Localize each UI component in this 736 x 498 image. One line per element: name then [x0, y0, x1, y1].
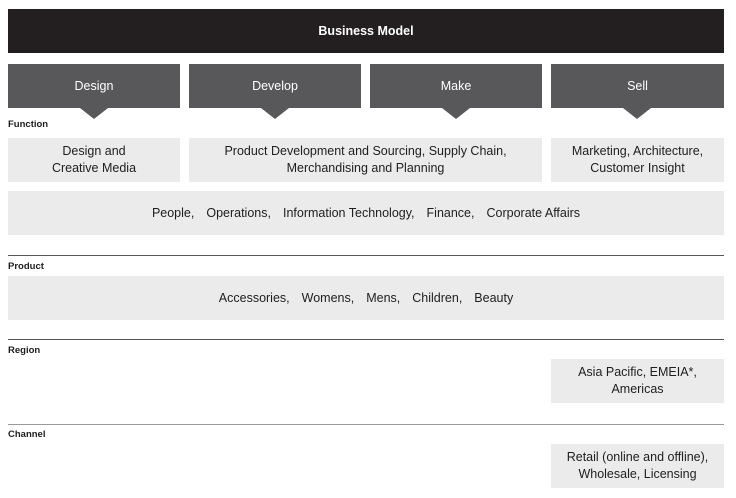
function-cell-develop: Product Development and Sourcing, Supply… [189, 138, 542, 182]
shared-function-item: People, [151, 205, 195, 220]
stage-sell-arrow [623, 108, 651, 119]
stage-sell-label: Sell [627, 79, 648, 93]
shared-function-item: Corporate Affairs [486, 205, 581, 220]
stage-design: Design [8, 64, 180, 108]
shared-functions-row: People, Operations, Information Technolo… [8, 191, 724, 235]
function-cell-sell: Marketing, Architecture, Customer Insigh… [551, 138, 724, 182]
section-divider [8, 424, 724, 425]
stage-design-label: Design [74, 79, 114, 93]
banner-title: Business Model [318, 24, 414, 38]
shared-function-item: Information Technology, [282, 205, 415, 220]
products-row: Accessories, Womens, Mens, Children, Bea… [8, 276, 724, 320]
product-item: Womens, [301, 290, 355, 305]
stage-design-arrow [80, 108, 108, 119]
product-item: Mens, [366, 290, 401, 305]
function-cell-design: Design and Creative Media [8, 138, 180, 182]
section-divider [8, 339, 724, 340]
stage-develop: Develop [189, 64, 361, 108]
stage-make: Make [370, 64, 542, 108]
region-cell: Asia Pacific, EMEIA*, Americas [551, 359, 724, 403]
stage-develop-arrow [261, 108, 289, 119]
product-item: Accessories, [218, 290, 290, 305]
product-item: Beauty [474, 290, 514, 305]
section-label-channel: Channel [8, 429, 46, 440]
section-label-region: Region [8, 345, 41, 356]
section-divider [8, 255, 724, 256]
stage-sell: Sell [551, 64, 724, 108]
channel-cell: Retail (online and offline), Wholesale, … [551, 444, 724, 488]
stage-make-arrow [442, 108, 470, 119]
business-model-banner: Business Model [8, 9, 724, 53]
section-label-function: Function [8, 119, 49, 130]
stage-make-label: Make [440, 79, 472, 93]
stage-develop-label: Develop [252, 79, 298, 93]
product-item: Children, [412, 290, 463, 305]
shared-function-item: Finance, [426, 205, 475, 220]
section-label-product: Product [8, 261, 44, 272]
shared-function-item: Operations, [206, 205, 271, 220]
